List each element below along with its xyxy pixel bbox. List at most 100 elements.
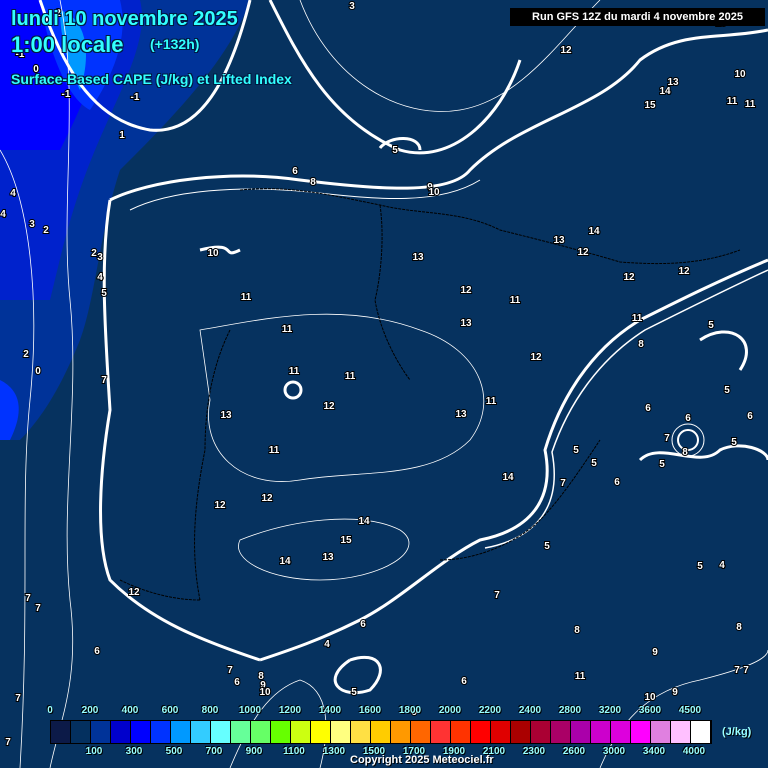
contour-label: 7	[664, 433, 670, 444]
contour-label: 10	[428, 187, 440, 198]
legend-label-bottom: 500	[165, 746, 183, 757]
contour-label: 8	[574, 625, 580, 636]
contour-label: 13	[322, 552, 334, 563]
legend-label-bottom: 2600	[562, 746, 586, 757]
cape-map: 2 3 -1 -1 0 -1 1 4 4 3 2 2 3 4 5 2 0 7 5 6 8 9 10 10 11 11 13 12 11 1…	[0, 0, 768, 768]
contour-label: 15	[340, 535, 352, 546]
contour-label: 4	[10, 188, 16, 199]
legend-label-bottom: 2300	[522, 746, 546, 757]
contour-label: 14	[358, 516, 370, 527]
legend-swatch	[271, 721, 291, 743]
legend-label-bottom: 1100	[283, 746, 305, 757]
legend-label-bottom: 900	[245, 746, 263, 757]
contour-label: 10	[259, 687, 271, 698]
legend-swatch	[411, 721, 431, 743]
legend-label-top: 2400	[518, 705, 542, 716]
legend-unit: (J/kg)	[722, 726, 752, 738]
contour-label: 7	[560, 478, 566, 489]
contour-label: 14	[588, 226, 600, 237]
lead-time: (+132h)	[150, 36, 200, 52]
legend-swatch	[531, 721, 551, 743]
contour-label: 14	[279, 556, 291, 567]
contour-label: 13	[220, 410, 232, 421]
legend-label-bottom: 300	[125, 746, 143, 757]
legend-swatch	[351, 721, 371, 743]
contour-label: 12	[323, 401, 335, 412]
contour-label: 12	[261, 493, 273, 504]
legend-label-top: 1400	[318, 705, 342, 716]
contour-label: 7	[35, 603, 41, 614]
legend-label-bottom: 100	[85, 746, 103, 757]
contour-label: 4	[719, 560, 725, 571]
contour-label: 13	[553, 235, 565, 246]
legend-label-bottom: 700	[205, 746, 223, 757]
legend-label-bottom: 3000	[602, 746, 626, 757]
legend-label-bottom: 3400	[642, 746, 666, 757]
contour-label: 7	[5, 737, 11, 748]
legend-swatch	[51, 721, 71, 743]
contour-label: 11	[282, 324, 293, 335]
legend-label-top: 1600	[358, 705, 382, 716]
legend-swatch	[151, 721, 171, 743]
contour-label: 8	[310, 177, 316, 188]
legend-swatch	[231, 721, 251, 743]
legend-label-top: 3600	[638, 705, 662, 716]
contour-label: 13	[412, 252, 424, 263]
contour-label: 5	[573, 445, 579, 456]
legend-swatch	[691, 721, 711, 743]
legend-label-top: 400	[121, 705, 139, 716]
contour-label: 15	[644, 100, 656, 111]
legend-label-top: 2800	[558, 705, 582, 716]
contour-label: 1	[119, 130, 125, 141]
contour-label: 6	[747, 411, 753, 422]
legend-label-bottom: 4000	[682, 746, 706, 757]
contour-label: 4	[324, 639, 330, 650]
contour-label: 6	[234, 677, 240, 688]
contour-label: 5	[101, 288, 107, 299]
contour-label: 11	[486, 396, 497, 407]
legend-label-top: 1000	[238, 705, 262, 716]
legend-swatch	[71, 721, 91, 743]
contour-label: 7	[227, 665, 233, 676]
contour-label: 10	[734, 69, 746, 80]
contour-label: 11	[345, 371, 356, 382]
contour-label: 7	[15, 693, 21, 704]
contour-label: 11	[575, 671, 586, 682]
contour-label: 5	[544, 541, 550, 552]
legend-swatch	[651, 721, 671, 743]
contour-label: 12	[214, 500, 226, 511]
legend-swatch	[671, 721, 691, 743]
contour-label: 8	[736, 622, 742, 633]
legend-swatch	[431, 721, 451, 743]
contour-label: 9	[672, 687, 678, 698]
legend-swatch	[391, 721, 411, 743]
contour-label: 10	[207, 248, 219, 259]
contour-label: 12	[460, 285, 472, 296]
contour-label: 11	[510, 295, 521, 306]
contour-label: 12	[560, 45, 572, 56]
contour-label: 6	[685, 413, 691, 424]
legend-label-top: 1800	[398, 705, 422, 716]
legend-label-top: 0	[47, 705, 53, 716]
contour-label: 14	[659, 86, 671, 97]
contour-label: 5	[591, 458, 597, 469]
legend-swatch	[471, 721, 491, 743]
legend-swatch	[591, 721, 611, 743]
legend-swatch	[211, 721, 231, 743]
contour-label: 6	[94, 646, 100, 657]
legend-swatch	[571, 721, 591, 743]
contour-label: 5	[351, 687, 357, 698]
contour-label: 5	[659, 459, 665, 470]
contour-label: 11	[289, 366, 300, 377]
contour-label: 8	[638, 339, 644, 350]
contour-label: 13	[455, 409, 467, 420]
legend-swatch	[551, 721, 571, 743]
contour-label: -1	[131, 92, 140, 103]
contour-label: 0	[35, 366, 41, 377]
contour-label: 11	[269, 445, 280, 456]
contour-label: 3	[97, 252, 103, 263]
legend-swatch	[451, 721, 471, 743]
legend-label-top: 2200	[478, 705, 502, 716]
contour-label: 2	[23, 349, 29, 360]
contour-label: 12	[577, 247, 589, 258]
